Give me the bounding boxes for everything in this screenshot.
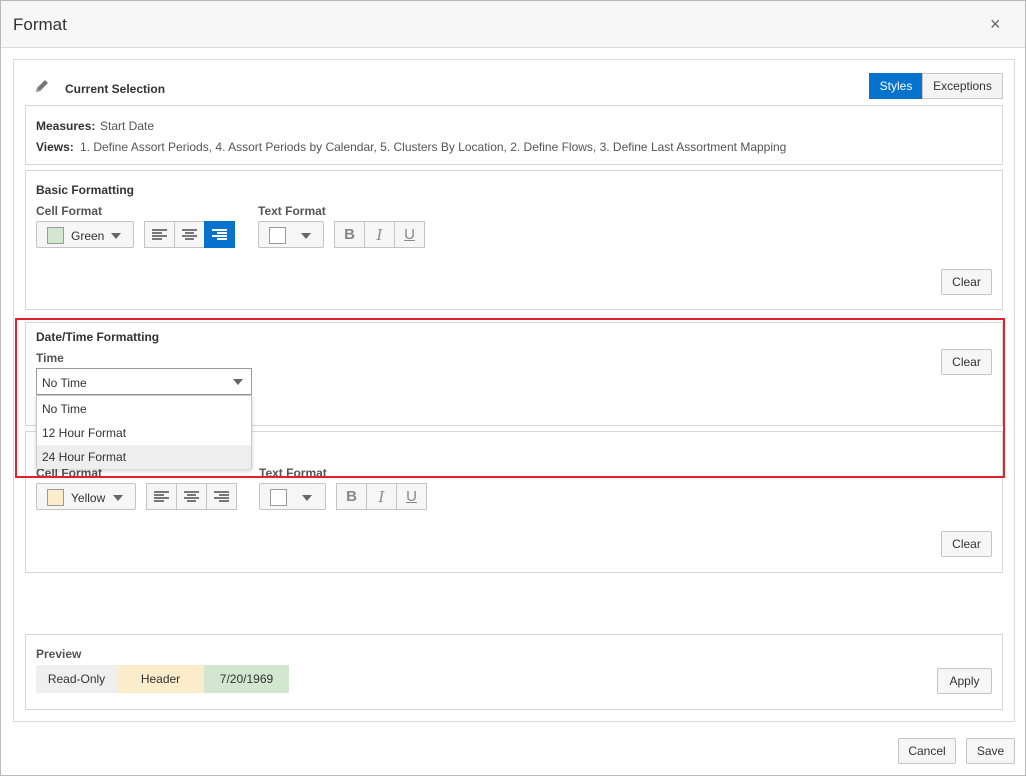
chevron-down-icon xyxy=(113,495,123,501)
cell-color-swatch-2 xyxy=(47,489,64,506)
align-center-icon xyxy=(182,228,197,241)
chevron-down-icon xyxy=(301,233,311,239)
text-style-group: B I U xyxy=(334,221,425,248)
dialog-header: Format × xyxy=(1,1,1025,48)
preview-title: Preview xyxy=(36,647,82,661)
chevron-down-icon xyxy=(302,495,312,501)
measures-label: Measures: xyxy=(36,119,96,133)
align-center-button-2[interactable] xyxy=(176,483,207,510)
italic-button-2[interactable]: I xyxy=(366,483,397,510)
align-center-icon xyxy=(184,490,199,503)
underline-icon: U xyxy=(404,226,415,243)
current-selection-title: Current Selection xyxy=(65,82,166,96)
tab-styles[interactable]: Styles xyxy=(869,73,923,99)
cell-color-select[interactable]: Green xyxy=(36,221,134,248)
cell-color-swatch xyxy=(47,227,64,244)
text-style-group-2: B I U xyxy=(336,483,427,510)
alignment-group xyxy=(144,221,235,248)
highlight-annotation-box xyxy=(15,318,1005,478)
save-button[interactable]: Save xyxy=(966,738,1015,764)
align-left-button-2[interactable] xyxy=(146,483,177,510)
text-color-swatch-2 xyxy=(270,489,287,506)
bold-icon: B xyxy=(344,226,355,243)
cell-format-label: Cell Format xyxy=(36,204,103,218)
text-format-label: Text Format xyxy=(258,204,326,218)
selection-info-panel xyxy=(25,105,1003,165)
align-right-icon xyxy=(212,228,227,241)
align-right-button[interactable] xyxy=(204,221,235,248)
align-left-icon xyxy=(154,490,169,503)
italic-button[interactable]: I xyxy=(364,221,395,248)
align-right-button-2[interactable] xyxy=(206,483,237,510)
cell-color-label: Green xyxy=(71,229,105,243)
apply-button[interactable]: Apply xyxy=(937,668,992,694)
basic-formatting-title: Basic Formatting xyxy=(36,183,135,197)
cell-color-select-2[interactable]: Yellow xyxy=(36,483,136,510)
tab-exceptions[interactable]: Exceptions xyxy=(922,73,1003,99)
bold-button[interactable]: B xyxy=(334,221,365,248)
bold-button-2[interactable]: B xyxy=(336,483,367,510)
align-left-icon xyxy=(152,228,167,241)
underline-icon: U xyxy=(406,488,417,505)
cell-color-label-2: Yellow xyxy=(71,491,106,505)
preview-header-cell: Header xyxy=(117,665,204,693)
align-left-button[interactable] xyxy=(144,221,175,248)
basic-clear-button[interactable]: Clear xyxy=(941,269,992,295)
text-color-select[interactable] xyxy=(258,221,324,248)
chevron-down-icon xyxy=(111,233,121,239)
dialog-title: Format xyxy=(13,15,67,34)
italic-icon: I xyxy=(378,487,385,506)
views-label: Views: xyxy=(36,140,74,154)
italic-icon: I xyxy=(376,225,383,244)
measures-value: Start Date xyxy=(100,119,155,133)
preview-read-only-cell: Read-Only xyxy=(36,665,117,693)
underline-button-2[interactable]: U xyxy=(396,483,427,510)
underline-button[interactable]: U xyxy=(394,221,425,248)
align-center-button[interactable] xyxy=(174,221,205,248)
preview-value-cell: 7/20/1969 xyxy=(204,665,289,693)
text-color-select-2[interactable] xyxy=(259,483,326,510)
cell-clear-button[interactable]: Clear xyxy=(941,531,992,557)
close-icon[interactable]: × xyxy=(990,15,1001,33)
cancel-button[interactable]: Cancel xyxy=(898,738,956,764)
format-dialog: Format × Current Selection Styles Except… xyxy=(0,0,1026,776)
text-color-swatch xyxy=(269,227,286,244)
pencil-icon xyxy=(36,80,48,92)
views-value: 1. Define Assort Periods, 4. Assort Peri… xyxy=(80,140,787,154)
alignment-group-2 xyxy=(146,483,237,510)
bold-icon: B xyxy=(346,488,357,505)
align-right-icon xyxy=(214,490,229,503)
